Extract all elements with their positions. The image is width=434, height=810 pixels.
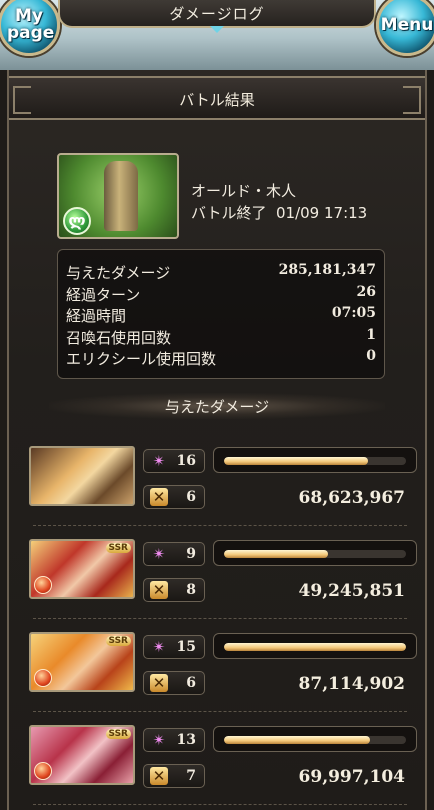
damage-bar-fill bbox=[224, 736, 370, 744]
title-frame: ダメージログ bbox=[58, 0, 376, 28]
menu-label: Menu bbox=[380, 14, 434, 35]
sparkle-icon: ✴ bbox=[152, 545, 166, 563]
ca-count: ✕ 8 bbox=[143, 578, 205, 602]
result-header-title: バトル結果 bbox=[179, 91, 255, 109]
character-row[interactable]: SSR ✴ 13 ✕ 7 69,997,104 bbox=[29, 725, 417, 805]
damage-bar bbox=[213, 633, 417, 659]
damage-bar-fill bbox=[224, 550, 328, 558]
stat-label: 経過時間 bbox=[66, 307, 127, 325]
stat-row: 経過時間 07:05 bbox=[66, 305, 376, 325]
charge-attack-icon: ✕ bbox=[150, 767, 168, 785]
wind-element-icon: ლ bbox=[63, 207, 91, 235]
skill-count-value: 16 bbox=[176, 453, 196, 469]
enemy-name: オールド・木人 bbox=[191, 182, 297, 200]
character-row[interactable]: SSR ✴ 9 ✕ 8 49,245,851 bbox=[29, 539, 417, 619]
rarity-badge: SSR bbox=[105, 636, 131, 646]
skill-count-value: 15 bbox=[176, 639, 196, 655]
mypage-label: My page bbox=[7, 6, 55, 43]
character-portrait bbox=[29, 446, 135, 506]
damage-bar-fill bbox=[224, 457, 368, 465]
battle-result-panel: バトル結果 ლ オールド・木人 バトル終了 01/09 17:13 与えたダメー… bbox=[7, 70, 427, 810]
character-row[interactable]: SSR ✴ 15 ✕ 6 87,114,902 bbox=[29, 632, 417, 712]
rarity-badge: SSR bbox=[105, 543, 131, 553]
result-header: バトル結果 bbox=[9, 76, 425, 120]
skill-count: ✴ 16 bbox=[143, 449, 205, 473]
ca-count-value: 7 bbox=[186, 768, 196, 784]
fire-element-icon bbox=[34, 576, 52, 594]
title-notch-icon bbox=[210, 26, 224, 33]
damage-bar bbox=[213, 726, 417, 752]
ca-count: ✕ 7 bbox=[143, 764, 205, 788]
stat-value: 0 bbox=[366, 348, 376, 364]
row-divider bbox=[33, 525, 407, 526]
damage-bar bbox=[213, 447, 417, 473]
charge-attack-icon: ✕ bbox=[150, 581, 168, 599]
character-damage: 49,245,851 bbox=[298, 581, 405, 601]
row-divider bbox=[33, 618, 407, 619]
stat-value: 285,181,347 bbox=[278, 262, 376, 278]
fire-element-icon bbox=[34, 762, 52, 780]
page-title: ダメージログ bbox=[169, 5, 265, 23]
menu-button[interactable]: Menu bbox=[376, 0, 434, 56]
stat-value: 07:05 bbox=[331, 305, 376, 321]
enemy-thumbnail: ლ bbox=[57, 153, 179, 239]
battle-status: バトル終了 bbox=[191, 204, 267, 222]
stat-row: 経過ターン 26 bbox=[66, 284, 376, 304]
ca-count-value: 6 bbox=[186, 489, 196, 505]
character-portrait: SSR bbox=[29, 632, 135, 692]
sparkle-icon: ✴ bbox=[152, 452, 166, 470]
skill-count-value: 9 bbox=[186, 546, 196, 562]
stat-label: 与えたダメージ bbox=[66, 264, 171, 282]
charge-attack-icon: ✕ bbox=[150, 674, 168, 692]
top-bar: My page ダメージログ Menu bbox=[0, 0, 434, 70]
charge-attack-icon: ✕ bbox=[150, 488, 168, 506]
mypage-button[interactable]: My page bbox=[0, 0, 60, 56]
character-row[interactable]: ✴ 16 ✕ 6 68,623,967 bbox=[29, 446, 417, 526]
damage-bar-track bbox=[224, 643, 406, 651]
skill-count: ✴ 9 bbox=[143, 542, 205, 566]
row-divider bbox=[33, 804, 407, 805]
character-damage: 69,997,104 bbox=[298, 767, 405, 787]
skill-count: ✴ 15 bbox=[143, 635, 205, 659]
character-portrait: SSR bbox=[29, 725, 135, 785]
damage-bar-track bbox=[224, 736, 406, 744]
stat-label: 経過ターン bbox=[66, 286, 141, 304]
ca-count-value: 8 bbox=[186, 582, 196, 598]
skill-count-value: 13 bbox=[176, 732, 196, 748]
stat-label: 召喚石使用回数 bbox=[66, 329, 172, 347]
character-portrait: SSR bbox=[29, 539, 135, 599]
character-damage: 87,114,902 bbox=[298, 674, 405, 694]
battle-timestamp: 01/09 17:13 bbox=[276, 204, 368, 222]
row-divider bbox=[33, 711, 407, 712]
damage-bar-track bbox=[224, 457, 406, 465]
stat-row: 与えたダメージ 285,181,347 bbox=[66, 262, 376, 282]
damage-bar-track bbox=[224, 550, 406, 558]
ca-count-value: 6 bbox=[186, 675, 196, 691]
stat-row: エリクシール使用回数 0 bbox=[66, 348, 376, 368]
sparkle-icon: ✴ bbox=[152, 638, 166, 656]
character-damage: 68,623,967 bbox=[298, 488, 405, 508]
stat-value: 1 bbox=[366, 327, 376, 343]
skill-count: ✴ 13 bbox=[143, 728, 205, 752]
ca-count: ✕ 6 bbox=[143, 671, 205, 695]
sparkle-icon: ✴ bbox=[152, 731, 166, 749]
damage-bar bbox=[213, 540, 417, 566]
enemy-image bbox=[104, 161, 138, 231]
damage-bar-fill bbox=[224, 643, 406, 651]
fire-element-icon bbox=[34, 669, 52, 687]
stat-label: エリクシール使用回数 bbox=[66, 350, 217, 368]
ca-count: ✕ 6 bbox=[143, 485, 205, 509]
rarity-badge: SSR bbox=[105, 729, 131, 739]
battle-status-line: バトル終了 01/09 17:13 bbox=[191, 202, 367, 223]
summary-stats: 与えたダメージ 285,181,347 経過ターン 26 経過時間 07:05 … bbox=[57, 249, 385, 379]
section-title: 与えたダメージ bbox=[164, 398, 270, 416]
stat-row: 召喚石使用回数 1 bbox=[66, 327, 376, 347]
stat-value: 26 bbox=[356, 284, 376, 300]
